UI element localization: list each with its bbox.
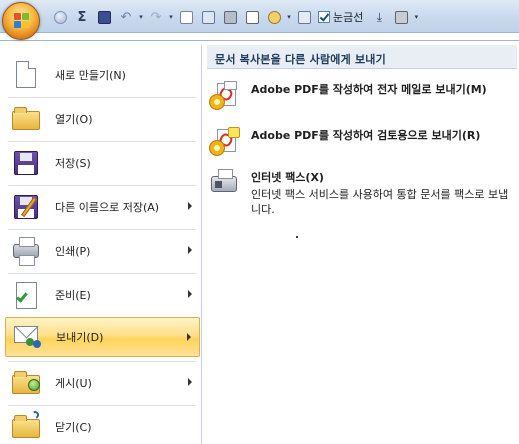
open-folder-icon [9,102,43,136]
menu-item-label: 저장(S) [55,157,91,170]
send-submenu-panel: 문서 복사본을 다른 사람에게 보내기 Adobe PDF를 작성하여 전자 메… [203,45,519,444]
menu-item-label: 닫기(C) [55,421,92,434]
download-icon[interactable]: ⤓ [369,8,389,26]
menu-item-open[interactable]: 열기(O) [5,99,200,139]
divider [8,361,196,362]
pdf-email-icon [209,81,239,113]
send-option-pdf-email[interactable]: Adobe PDF를 작성하여 전자 메일로 보내기(M) [209,81,515,113]
submenu-arrow-icon [188,378,192,386]
quick-access-items: Σ ↶ ▾ ↷ ▾ ▾ 눈금선 ⤓ ▾ [50,7,421,27]
office-menu: 새로 만들기(N) 열기(O) 저장(S) 다른 이름으로 저장(A) 인쇄(P… [0,40,519,444]
undo-dropdown-icon[interactable]: ▾ [138,8,144,26]
menu-item-close[interactable]: 닫기(C) [5,407,200,444]
menu-item-label: 준비(E) [55,289,91,302]
divider [8,97,196,98]
save-as-icon [9,190,43,224]
redo-icon[interactable]: ↷ [146,8,166,26]
divider [8,273,196,274]
sum-icon[interactable]: Σ [72,8,92,26]
check-icon [318,11,330,23]
menu-item-save[interactable]: 저장(S) [5,143,200,183]
printer-icon [9,234,43,268]
panel-dot [296,236,298,238]
print-preview-icon[interactable] [242,8,262,26]
menu-item-publish[interactable]: 게시(U) [5,363,200,403]
send-option-title: Adobe PDF를 작성하여 검토용으로 보내기(R) [251,129,481,142]
close-folder-icon [9,409,43,444]
customize-toolbar-icon[interactable]: ▾ [413,8,419,26]
send-option-title: Adobe PDF를 작성하여 전자 메일로 보내기(M) [251,83,487,96]
find-icon[interactable] [264,8,284,26]
menu-item-new[interactable]: 새로 만들기(N) [5,55,200,95]
menu-item-label: 보내기(D) [56,331,104,344]
prepare-icon [9,278,43,312]
form-icon[interactable] [198,8,218,26]
office-logo-icon [14,13,30,29]
menu-item-prepare[interactable]: 준비(E) [5,275,200,315]
menu-item-print[interactable]: 인쇄(P) [5,231,200,271]
submenu-arrow-icon [188,290,192,298]
submenu-arrow-icon [188,246,192,254]
save-icon[interactable] [94,8,114,26]
menu-item-label: 새로 만들기(N) [55,69,126,82]
undo-icon[interactable]: ↶ [116,8,136,26]
divider [8,185,196,186]
save-floppy-icon [9,146,43,180]
menu-item-label: 열기(O) [55,113,93,126]
submenu-arrow-icon [188,202,192,210]
menu-item-label: 인쇄(P) [55,245,91,258]
print-icon[interactable] [220,8,240,26]
divider [8,405,196,406]
send-panel-title: 문서 복사본을 다른 사람에게 보내기 [207,45,517,69]
divider [8,141,196,142]
menu-item-label: 게시(U) [55,377,92,390]
office-button[interactable] [2,2,40,40]
new-document-icon [9,58,43,92]
send-option-description: 인터넷 팩스 서비스를 사용하여 통합 문서를 팩스로 보냅니다. [251,188,509,216]
new-document-icon[interactable] [176,8,196,26]
pdf-review-icon [209,127,240,159]
send-icon [10,320,44,354]
menu-item-label: 다른 이름으로 저장(A) [55,201,160,214]
publish-icon [9,366,43,400]
submenu-arrow-icon [187,333,191,341]
office-menu-commands: 새로 만들기(N) 열기(O) 저장(S) 다른 이름으로 저장(A) 인쇄(P… [0,45,202,444]
gridlines-checkbox[interactable]: 눈금선 [318,9,363,25]
sort-icon[interactable] [294,8,314,26]
menu-item-send[interactable]: 보내기(D) [5,317,200,357]
menu-item-save-as[interactable]: 다른 이름으로 저장(A) [5,187,200,227]
send-option-pdf-review[interactable]: Adobe PDF를 작성하여 검토용으로 보내기(R) [209,127,515,159]
printer-icon[interactable] [391,8,411,26]
globe-icon[interactable] [50,8,70,26]
send-option-title: 인터넷 팩스(X) [251,171,324,184]
find-dropdown-icon[interactable]: ▾ [286,8,292,26]
divider [8,229,196,230]
fax-icon [209,169,239,201]
gridlines-label: 눈금선 [333,11,364,24]
redo-dropdown-icon[interactable]: ▾ [168,8,174,26]
send-option-internet-fax[interactable]: 인터넷 팩스(X) 인터넷 팩스 서비스를 사용하여 통합 문서를 팩스로 보냅… [209,169,515,217]
quick-access-toolbar: Σ ↶ ▾ ↷ ▾ ▾ 눈금선 ⤓ ▾ [0,0,519,33]
